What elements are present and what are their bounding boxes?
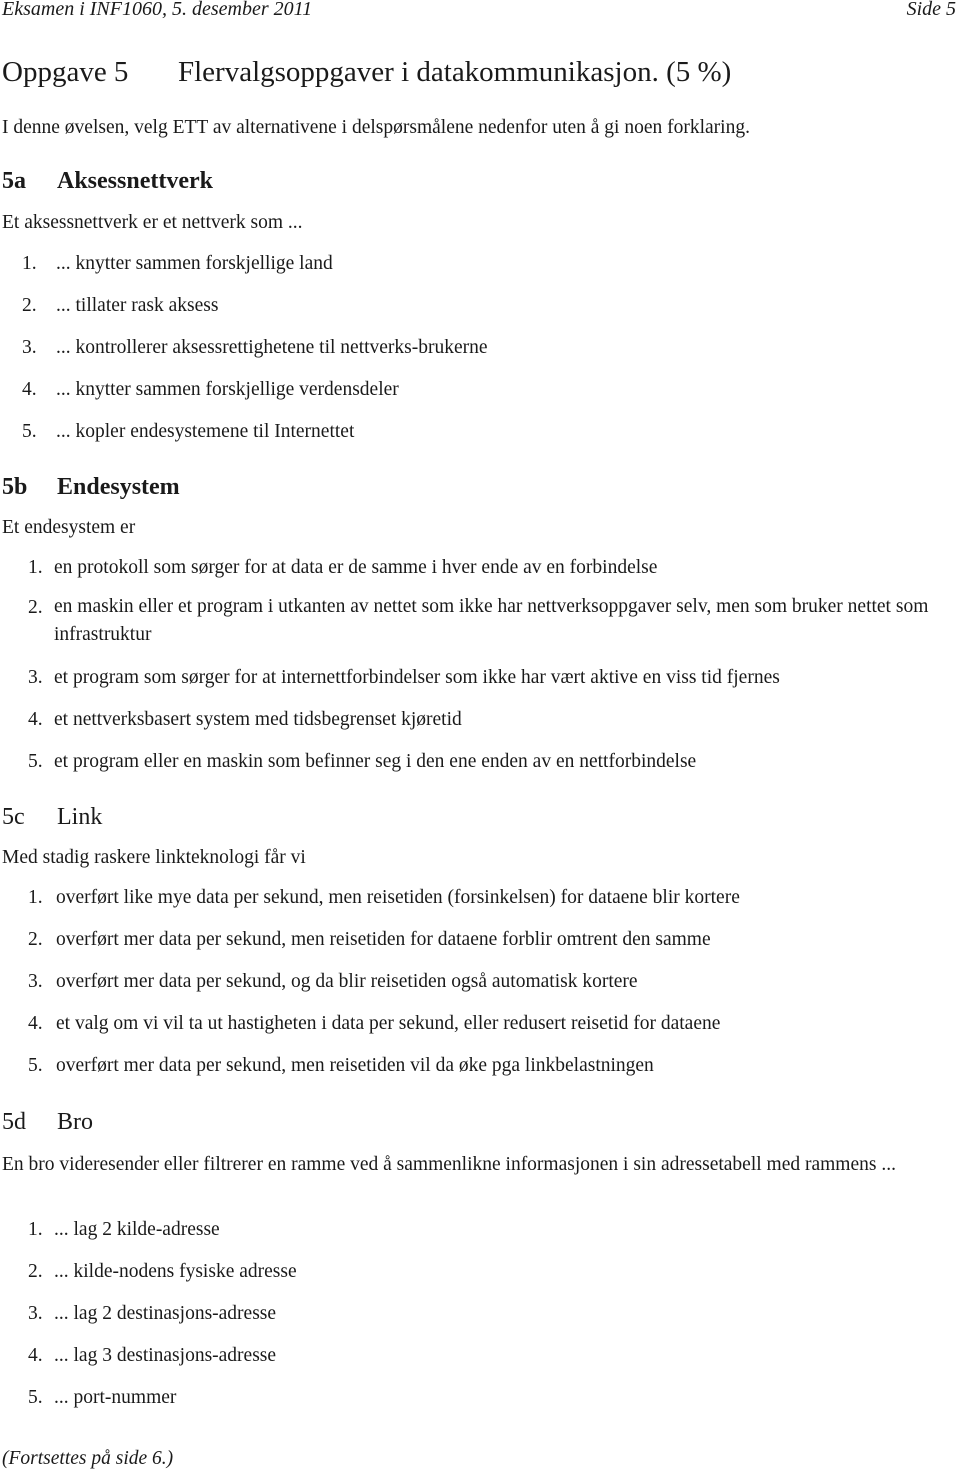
continuation-note: (Fortsettes på side 6.) — [2, 1448, 174, 1469]
option-text: en maskin eller et program i utkanten av… — [54, 596, 929, 645]
option-5c-5: 5. overført mer data per sekund, men reis… — [28, 1055, 654, 1077]
option-text: ... lag 2 destinasjons-adresse — [54, 1303, 277, 1324]
option-text: ... tillater rask aksess — [56, 295, 219, 316]
option-number: 3. — [28, 971, 43, 992]
section-title: Bro — [57, 1109, 93, 1135]
section-5c-prompt: Med stadig raskere linkteknologi får vi — [2, 847, 306, 868]
option-text: overført like mye data per sekund, men r… — [56, 887, 740, 908]
option-5a-4: 4. ... knytter sammen forskjellige verden… — [22, 379, 399, 401]
option-number: 4. — [28, 709, 43, 730]
option-5a-3: 3. ... kontrollerer aksessrettighetene ti… — [22, 337, 488, 359]
task-intro: I denne øvelsen, velg ETT av alternative… — [2, 117, 750, 138]
option-text: ... kilde-nodens fysiske adresse — [54, 1261, 297, 1282]
section-5a-heading: 5a Aksessnettverk — [2, 168, 213, 195]
option-5d-2: 2. ... kilde-nodens fysiske adresse — [28, 1261, 297, 1283]
section-5d-heading: 5d Bro — [2, 1109, 93, 1136]
option-text: ... lag 2 kilde-adresse — [54, 1219, 220, 1240]
option-5d-1: 1. ... lag 2 kilde-adresse — [28, 1219, 220, 1241]
option-number: 4. — [22, 379, 37, 400]
option-text: ... knytter sammen forskjellige land — [56, 253, 333, 274]
option-text: overført mer data per sekund, og da blir… — [56, 971, 638, 992]
option-text: en protokoll som sørger for at data er d… — [54, 557, 658, 578]
option-number: 3. — [28, 667, 43, 688]
option-5c-2: 2. overført mer data per sekund, men reis… — [28, 929, 711, 951]
option-text: ... port-nummer — [54, 1387, 177, 1408]
option-number: 2. — [28, 597, 43, 618]
option-number: 1. — [28, 1219, 43, 1240]
section-5a-prompt: Et aksessnettverk er et nettverk som ... — [2, 212, 303, 233]
option-text: ... knytter sammen forskjellige verdensd… — [56, 379, 399, 400]
section-number: 5b — [2, 474, 28, 500]
option-text: et nettverksbasert system med tidsbegren… — [54, 709, 462, 730]
option-number: 1. — [28, 887, 43, 908]
option-text: ... lag 3 destinasjons-adresse — [54, 1345, 277, 1366]
option-5d-5: 5. ... port-nummer — [28, 1387, 176, 1409]
section-5b-heading: 5b Endesystem — [2, 474, 180, 501]
option-5c-3: 3. overført mer data per sekund, og da bl… — [28, 971, 638, 993]
option-number: 4. — [28, 1013, 43, 1034]
section-5c-heading: 5c Link — [2, 804, 102, 831]
option-text: et program som sørger for at internettfo… — [54, 667, 780, 688]
section-number: 5d — [2, 1109, 26, 1135]
option-number: 2. — [28, 929, 43, 950]
section-number: 5c — [2, 804, 25, 830]
option-5a-2: 2. ... tillater rask aksess — [22, 295, 218, 317]
option-text: et valg om vi vil ta ut hastigheten i da… — [56, 1013, 721, 1034]
option-text: ... kopler endesystemene til Internettet — [56, 421, 355, 442]
page-number: Side 5 — [906, 0, 956, 20]
option-5a-1: 1. ... knytter sammen forskjellige land — [22, 253, 333, 275]
section-title: Endesystem — [57, 474, 180, 500]
option-number: 2. — [22, 295, 37, 316]
option-text: et program eller en maskin som befinner … — [54, 751, 697, 772]
option-number: 3. — [28, 1303, 43, 1324]
option-number: 5. — [22, 421, 37, 442]
option-5b-2: 2. en maskin eller et program i utkanten … — [28, 596, 954, 649]
option-number: 1. — [28, 557, 43, 578]
option-5b-1: 1. en protokoll som sørger for at data er… — [28, 557, 657, 579]
task-number: Oppgave 5 — [2, 56, 129, 88]
option-number: 4. — [28, 1345, 43, 1366]
section-title: Link — [57, 804, 103, 830]
option-5c-4: 4. et valg om vi vil ta ut hastigheten i … — [28, 1013, 720, 1035]
option-text: ... kontrollerer aksessrettighetene til … — [56, 337, 488, 358]
running-header-left: Eksamen i INF1060, 5. desember 2011 — [2, 0, 313, 20]
section-5b-prompt: Et endesystem er — [2, 517, 136, 538]
option-number: 5. — [28, 1387, 43, 1408]
section-title: Aksessnettverk — [57, 168, 213, 194]
option-number: 2. — [28, 1261, 43, 1282]
option-number: 1. — [22, 253, 37, 274]
option-5c-1: 1. overført like mye data per sekund, men… — [28, 887, 740, 909]
option-number: 5. — [28, 751, 43, 772]
option-5b-3: 3. et program som sørger for at internett… — [28, 667, 780, 689]
option-5d-4: 4. ... lag 3 destinasjons-adresse — [28, 1345, 276, 1367]
option-5a-5: 5. ... kopler endesystemene til Internett… — [22, 421, 354, 443]
option-5b-4: 4. et nettverksbasert system med tidsbegr… — [28, 709, 462, 731]
option-5d-3: 3. ... lag 2 destinasjons-adresse — [28, 1303, 276, 1325]
section-5d-prompt: En bro videresender eller filtrerer en r… — [2, 1154, 896, 1175]
task-title: Flervalgsoppgaver i datakommunikasjon. (… — [178, 56, 732, 88]
option-number: 3. — [22, 337, 37, 358]
option-text: overført mer data per sekund, men reiset… — [56, 929, 711, 950]
option-text: overført mer data per sekund, men reiset… — [56, 1055, 654, 1076]
option-5b-5: 5. et program eller en maskin som befinne… — [28, 751, 696, 773]
task-heading: Oppgave 5 Flervalgsoppgaver i datakommuni… — [2, 56, 731, 89]
option-number: 5. — [28, 1055, 43, 1076]
section-number: 5a — [2, 168, 26, 194]
